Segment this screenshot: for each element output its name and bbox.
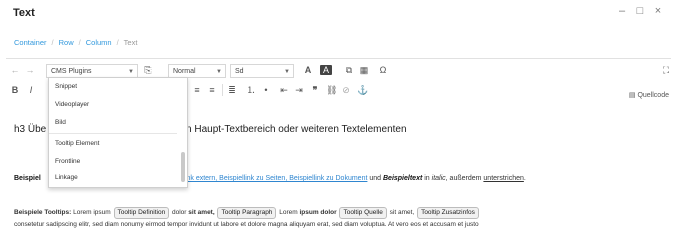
tooltip-definition[interactable]: Tooltip Definition: [113, 207, 170, 219]
maximize-editor-icon[interactable]: ⛶: [660, 63, 672, 77]
underline-example: unterstrichen: [483, 175, 524, 182]
breadcrumb: Container / Row / Column / Text: [14, 38, 137, 47]
undo-button[interactable]: ←: [9, 63, 21, 77]
breadcrumb-current: Text: [123, 38, 138, 47]
table-icon[interactable]: ▦: [358, 63, 370, 77]
chevron-down-icon: ▼: [216, 69, 222, 75]
source-code-button[interactable]: ▤ Quellcode: [629, 91, 669, 99]
numbered-list-icon[interactable]: ⒈: [246, 83, 256, 97]
menu-scrollbar[interactable]: [181, 152, 185, 182]
bullet-list-icon[interactable]: •: [261, 83, 271, 97]
redo-button[interactable]: →: [24, 63, 36, 77]
tooltip-paragraph[interactable]: Tooltip Paragraph: [217, 207, 277, 219]
italic-button[interactable]: I: [26, 83, 36, 97]
window-titlebar: Text – □ ×: [0, 0, 677, 28]
p2-label: Beispiele Tooltips:: [14, 209, 72, 216]
p2-line2: consetetur sadipscing elitr, sed diam no…: [14, 221, 479, 228]
bold-button[interactable]: B: [10, 83, 20, 97]
indent-icon[interactable]: ⇥: [294, 83, 304, 97]
format-value: Normal: [173, 68, 196, 75]
close-button[interactable]: ×: [651, 5, 665, 17]
anchor-icon[interactable]: ⚓: [357, 83, 368, 97]
breadcrumb-column[interactable]: Column: [86, 38, 112, 47]
breadcrumb-separator: /: [78, 38, 81, 47]
text-color-button[interactable]: A: [302, 63, 314, 77]
example-links[interactable]: Beispiellink extern, Beispiellink zu Sei…: [159, 175, 368, 182]
paste-icon[interactable]: ⎘: [142, 63, 154, 77]
breadcrumb-separator: /: [116, 38, 119, 47]
menu-item-bild[interactable]: Bild: [55, 119, 66, 126]
tooltip-zusatzinfos[interactable]: Tooltip Zusatzinfos: [417, 207, 479, 219]
align-justify-icon[interactable]: ≣: [227, 83, 237, 97]
menu-item-frontline[interactable]: Frontline: [55, 158, 80, 165]
source-code-label: Quellcode: [637, 92, 669, 99]
font-value: Sd: [235, 68, 244, 75]
heading-start: h3 Übe: [14, 124, 47, 135]
align-center-icon[interactable]: ≡: [207, 83, 217, 97]
menu-item-linkage[interactable]: Linkage: [55, 174, 78, 181]
cms-plugins-menu: Snippet Videoplayer Bild Tooltip Element…: [48, 77, 188, 188]
link-icon[interactable]: ⛓: [326, 83, 337, 97]
font-dropdown[interactable]: Sd ▼: [230, 64, 294, 78]
background-color-button[interactable]: A: [320, 65, 332, 75]
chevron-down-icon: ▼: [284, 69, 290, 75]
window-title: Text: [13, 7, 35, 19]
menu-item-snippet[interactable]: Snippet: [55, 83, 77, 90]
menu-item-videoplayer[interactable]: Videoplayer: [55, 101, 89, 108]
format-dropdown[interactable]: Normal ▼: [168, 64, 226, 78]
copy-format-icon[interactable]: ⧉: [343, 63, 355, 77]
menu-divider: [49, 133, 177, 134]
toolbar-separator: [222, 84, 223, 96]
outdent-icon[interactable]: ⇤: [279, 83, 289, 97]
breadcrumb-separator: /: [51, 38, 54, 47]
cms-plugins-dropdown[interactable]: CMS Plugins ▼: [46, 64, 138, 78]
heading-end: len Haupt-Textbereich oder weiteren Text…: [178, 124, 407, 135]
bold-italic-example: Beispieltext: [383, 175, 423, 182]
minimize-button[interactable]: –: [615, 5, 629, 17]
unlink-icon[interactable]: ⊘: [341, 83, 351, 97]
blockquote-icon[interactable]: ❞: [309, 83, 321, 97]
p1-label: Beispiel: [14, 175, 41, 182]
align-left-icon[interactable]: ≡: [192, 83, 202, 97]
breadcrumb-row[interactable]: Row: [59, 38, 74, 47]
maximize-button[interactable]: □: [633, 5, 647, 17]
tooltip-quelle[interactable]: Tooltip Quelle: [339, 207, 387, 219]
special-char-icon[interactable]: Ω: [376, 63, 390, 77]
breadcrumb-container[interactable]: Container: [14, 38, 47, 47]
menu-item-tooltip-element[interactable]: Tooltip Element: [55, 140, 99, 147]
cms-plugins-value: CMS Plugins: [51, 68, 92, 75]
paragraph-tooltips: Beispiele Tooltips: Lorem ipsum Tooltip …: [14, 207, 479, 228]
